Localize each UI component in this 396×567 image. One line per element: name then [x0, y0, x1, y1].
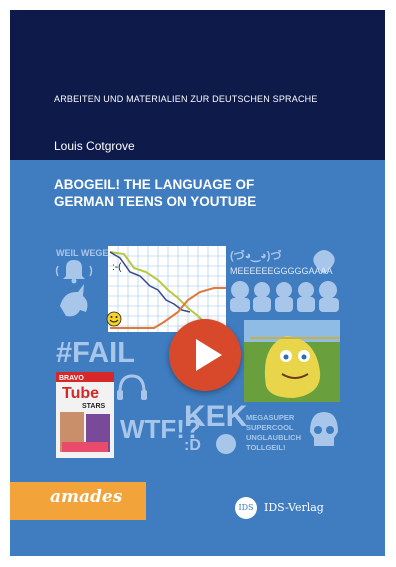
cover-top-band: ARBEITEN UND MATERIALIEN ZUR DEUTSCHEN S… [10, 10, 385, 160]
meme-sponge-image [244, 320, 340, 402]
laughing-emoji-icon [216, 434, 236, 454]
long-word-text: MEEEEEEGGGGGAAAA [230, 266, 333, 276]
chart-sad-emoticon: :-( [112, 262, 122, 273]
headphones-icon [117, 374, 147, 400]
bell-icon [55, 260, 93, 284]
cover-collage: WEIL WEGEN:-((づ◕‿◕)づ MEEEEEEGGGGGAAAA … [54, 246, 342, 460]
book-title: ABOGEIL! THE LANGUAGE OF GERMAN TEENS ON… [54, 176, 256, 210]
imprint-bar: amades [10, 482, 146, 520]
bravo-magazine-image: BRAVO Tube STARS [56, 372, 114, 458]
mega-line-1: MEGASUPER [246, 413, 295, 422]
author-name: Louis Cotgrove [54, 139, 135, 153]
magazine-title-text: Tube [62, 385, 99, 402]
kek-text: KEK [184, 400, 248, 433]
smiley-face-icon [106, 311, 122, 327]
imprint-name: amades [50, 487, 123, 507]
emoji-faces-group [230, 281, 339, 312]
play-button[interactable] [169, 319, 241, 391]
book-cover: ARBEITEN UND MATERIALIEN ZUR DEUTSCHEN S… [10, 10, 385, 556]
publisher-name: IDS-Verlag [264, 501, 324, 514]
smiley-text: :D [184, 437, 201, 454]
magazine-sub-text: STARS [82, 403, 106, 410]
skull-icon [310, 412, 338, 446]
kaomoji-text: (づ◕‿◕)づ [230, 248, 281, 263]
play-icon [196, 339, 222, 371]
series-title: ARBEITEN UND MATERIALIEN ZUR DEUTSCHEN S… [54, 94, 318, 104]
magazine-brand-text: BRAVO [59, 375, 84, 382]
mega-line-2: SUPERCOOL [246, 423, 294, 432]
text-weil-wegen: WEIL WEGEN [56, 248, 115, 258]
book-title-line-2: GERMAN TEENS ON YOUTUBE [54, 194, 257, 209]
hashtag-fail-text: #FAIL [56, 337, 135, 369]
unicorn-icon [60, 284, 88, 317]
mega-line-4: TOLLGEIL! [246, 443, 285, 452]
book-title-line-1: ABOGEIL! THE LANGUAGE OF [54, 177, 255, 192]
cover-main-area: ABOGEIL! THE LANGUAGE OF GERMAN TEENS ON… [10, 160, 385, 556]
mega-line-3: UNGLAUBLICH [246, 433, 301, 442]
ids-logo-icon: IDS [235, 497, 257, 519]
